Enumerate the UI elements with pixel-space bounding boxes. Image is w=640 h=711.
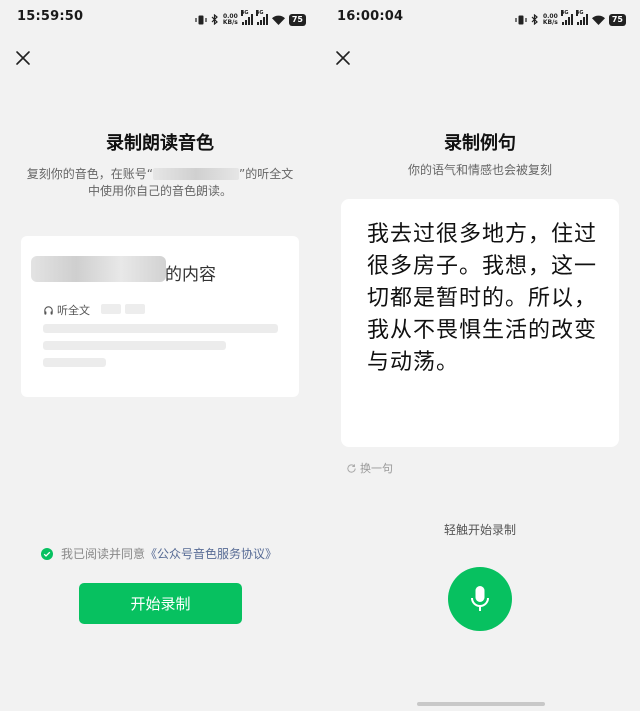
- change-sentence-label: 换一句: [360, 462, 393, 475]
- account-name-redacted: [153, 168, 239, 180]
- article-title-redacted: [31, 256, 166, 282]
- preview-card: 的内容 听全文: [21, 236, 299, 397]
- listen-full-text: 听全文: [43, 302, 90, 318]
- status-time: 16:00:04: [337, 9, 404, 24]
- agreement-row[interactable]: 我已阅读并同意 《公众号音色服务协议》: [41, 545, 277, 562]
- vibrate-icon: [515, 10, 527, 29]
- close-button[interactable]: [334, 49, 352, 67]
- placeholder-chip: [125, 304, 145, 314]
- agreement-text: 我已阅读并同意: [61, 547, 146, 561]
- agreement-link[interactable]: 《公众号音色服务协议》: [145, 545, 277, 562]
- signal-icon: 4G: [240, 10, 253, 25]
- page-title: 录制朗读音色: [106, 133, 214, 154]
- start-recording-button[interactable]: 开始录制: [79, 583, 242, 624]
- placeholder-chip: [101, 304, 121, 314]
- close-icon: [336, 51, 350, 65]
- sample-sentence-card: 我去过很多地方，住过很多房子。我想，这一切都是暂时的。所以，我从不畏惧生活的改变…: [341, 199, 619, 447]
- page-title: 录制例句: [444, 133, 516, 154]
- agreement-checkbox[interactable]: [41, 547, 53, 560]
- close-button[interactable]: [14, 49, 32, 67]
- close-icon: [16, 51, 30, 65]
- status-time: 15:59:50: [17, 9, 84, 24]
- desc-prefix: 复刻你的音色，在账号“: [26, 167, 153, 181]
- preview-card-title: 的内容: [165, 265, 216, 285]
- microphone-icon: [471, 586, 489, 611]
- bluetooth-icon: [211, 10, 219, 29]
- headphones-icon: [44, 305, 53, 315]
- vibrate-icon: [195, 10, 207, 29]
- placeholder-line: [43, 324, 278, 333]
- bluetooth-icon: [531, 10, 539, 29]
- home-indicator[interactable]: [417, 702, 545, 706]
- listen-label: 听全文: [57, 304, 90, 317]
- sample-sentence: 我去过很多地方，住过很多房子。我想，这一切都是暂时的。所以，我从不畏惧生活的改变…: [367, 222, 598, 375]
- net-type-label-2: 4G: [255, 10, 264, 16]
- net-type-label: 4G: [560, 10, 569, 16]
- page-subtitle: 你的语气和情感也会被复刻: [407, 163, 552, 177]
- refresh-icon: [347, 463, 356, 473]
- net-speed-unit: KB/s: [222, 18, 238, 26]
- signal-icon-2: 4G: [575, 10, 588, 25]
- net-speed-unit: KB/s: [542, 18, 558, 26]
- record-sentence-screen: 16:00:04 0.00 KB/s 4G 4G 75 录制例句 你的语气和情感也…: [320, 0, 640, 711]
- check-icon: [43, 551, 51, 557]
- status-icons: 0.00 KB/s 4G 4G 75: [195, 10, 306, 29]
- page-description: 复刻你的音色，在账号“ ”的听全文中使用你自己的音色朗读。: [24, 166, 296, 200]
- status-icons: 0.00 KB/s 4G 4G 75: [515, 10, 626, 29]
- net-type-label: 4G: [240, 10, 249, 16]
- signal-icon: 4G: [560, 10, 573, 25]
- net-type-label-2: 4G: [575, 10, 584, 16]
- net-speed: 0.00 KB/s: [542, 13, 558, 26]
- net-speed: 0.00 KB/s: [222, 13, 238, 26]
- battery-icon: 75: [608, 13, 626, 26]
- wifi-icon: [271, 10, 285, 29]
- placeholder-line: [43, 341, 226, 350]
- record-voice-screen: 15:59:50 0.00 KB/s 4G 4G 75 录制朗读音色 复刻你的音色…: [0, 0, 320, 711]
- record-button[interactable]: [448, 567, 512, 631]
- record-hint: 轻触开始录制: [443, 523, 516, 537]
- change-sentence-button[interactable]: 换一句: [346, 460, 393, 476]
- status-bar: 16:00:04 0.00 KB/s 4G 4G 75: [320, 0, 640, 34]
- battery-icon: 75: [288, 13, 306, 26]
- wifi-icon: [591, 10, 605, 29]
- placeholder-line: [43, 358, 106, 367]
- signal-icon-2: 4G: [255, 10, 268, 25]
- status-bar: 15:59:50 0.00 KB/s 4G 4G 75: [0, 0, 320, 34]
